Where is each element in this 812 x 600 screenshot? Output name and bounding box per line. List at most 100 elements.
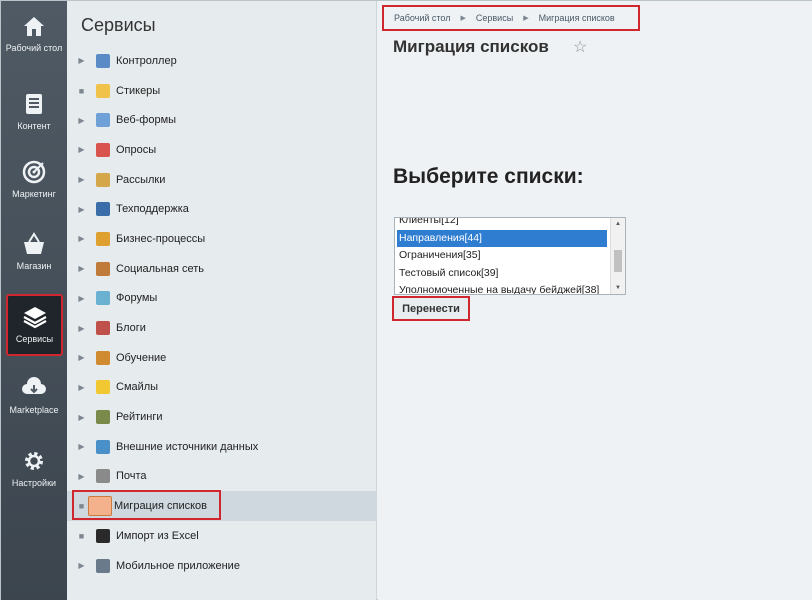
services-item[interactable]: ▶ Веб-формы (67, 105, 377, 135)
services-item-label: Бизнес-процессы (116, 232, 206, 245)
rail-item-label: Рабочий стол (5, 43, 63, 53)
services-item[interactable]: ■ Миграция списков (67, 490, 377, 521)
services-item[interactable]: ▶ Мобильное приложение (67, 551, 377, 581)
stickers-icon (96, 83, 110, 98)
rail-item-content[interactable]: Контент (1, 91, 67, 131)
star-icon[interactable]: ☆ (573, 37, 587, 57)
expand-arrow-icon[interactable]: ▶ (67, 56, 96, 65)
expand-arrow-icon[interactable]: ▶ (67, 205, 96, 214)
lists-select[interactable]: Клиенты[12] Направления[44] Ограничения[… (394, 217, 626, 295)
expand-arrow-icon[interactable]: ▶ (67, 413, 96, 422)
services-item[interactable]: ▶ Обучение (67, 343, 377, 373)
excel-icon (96, 528, 110, 543)
polls-icon (96, 142, 110, 157)
controller-icon (96, 53, 110, 68)
services-item-label: Импорт из Excel (116, 529, 199, 542)
expand-arrow-icon[interactable]: ▶ (67, 324, 96, 333)
services-item-label: Социальная сеть (116, 262, 204, 275)
move-button[interactable]: Перенести (392, 296, 470, 321)
gear-icon (25, 452, 43, 470)
expand-arrow-icon[interactable]: ▶ (67, 383, 96, 392)
services-item-label: Веб-формы (116, 114, 177, 127)
services-title: Сервисы (81, 15, 156, 35)
services-item-label: Опросы (116, 143, 157, 156)
main-content: Рабочий стол ▶ Сервисы ▶ Миграция списко… (378, 1, 812, 600)
list-option[interactable]: Тестовый список[39] (395, 265, 609, 283)
choose-lists-label: Выберите списки: (393, 165, 584, 188)
webforms-icon (96, 113, 110, 128)
left-rail: Рабочий стол Контент Маркетинг Магазин С… (1, 1, 67, 600)
breadcrumb-item-migration[interactable]: Миграция списков (539, 13, 615, 23)
breadcrumb-item-desktop[interactable]: Рабочий стол (394, 13, 451, 23)
chevron-right-icon: ▶ (460, 15, 466, 22)
expand-arrow-icon[interactable]: ▶ (67, 175, 96, 184)
scroll-down-icon[interactable]: ▼ (615, 285, 621, 291)
workflow-icon (96, 231, 110, 246)
rail-item-label: Сервисы (15, 334, 54, 344)
services-item[interactable]: ▶ Блоги (67, 313, 377, 343)
services-item[interactable]: ▶ Смайлы (67, 373, 377, 403)
learning-icon (96, 350, 110, 365)
rail-item-desktop[interactable]: Рабочий стол (1, 13, 67, 53)
services-item[interactable]: ▶ Бизнес-процессы (67, 224, 377, 254)
rail-item-shop[interactable]: Магазин (1, 231, 67, 271)
rss-icon (96, 439, 110, 454)
expand-arrow-icon[interactable]: ▶ (67, 264, 96, 273)
document-icon (26, 94, 42, 114)
expand-arrow-icon[interactable]: ▶ (67, 442, 96, 451)
expand-arrow-icon[interactable]: ▶ (67, 561, 96, 570)
expand-arrow-icon[interactable]: ▶ (67, 234, 96, 243)
list-option-selected[interactable]: Направления[44] (397, 229, 607, 247)
services-item-label: Контроллер (116, 54, 177, 67)
services-item[interactable]: ▶ Опросы (67, 135, 377, 165)
rail-item-marketing[interactable]: Маркетинг (1, 159, 67, 199)
scroll-up-icon[interactable]: ▲ (615, 221, 621, 227)
home-icon (24, 17, 44, 36)
bullet-dot-icon: ■ (78, 85, 85, 96)
services-item[interactable]: ▶ Форумы (67, 284, 377, 314)
services-item[interactable]: ▶ Рассылки (67, 165, 377, 195)
listbox-scrollbar[interactable]: ▲ ▼ (610, 218, 625, 294)
headset-icon (96, 202, 110, 217)
expand-arrow-icon[interactable]: ▶ (67, 145, 96, 154)
selection-highlight (72, 490, 221, 521)
services-item-label: Стикеры (116, 84, 161, 97)
services-item-label: Почта (116, 470, 147, 483)
services-item[interactable]: ▶ Внешние источники данных (67, 432, 377, 462)
services-item-label: Обучение (116, 351, 167, 364)
breadcrumb-item-services[interactable]: Сервисы (476, 13, 513, 23)
list-option[interactable]: Клиенты[12] (395, 218, 609, 230)
scrollbar-thumb[interactable] (614, 250, 622, 272)
services-item-label: Форумы (116, 292, 158, 305)
rail-item-label: Marketplace (9, 405, 59, 415)
chevron-right-icon: ▶ (523, 15, 529, 22)
rail-item-label: Маркетинг (12, 189, 56, 199)
services-item-label: Мобильное приложение (116, 559, 240, 572)
services-item-label: Рейтинги (116, 411, 163, 424)
services-item[interactable]: ▶ Техподдержка (67, 194, 377, 224)
expand-arrow-icon[interactable]: ▶ (67, 353, 96, 362)
forum-icon (96, 291, 110, 306)
services-item-label: Смайлы (116, 381, 159, 394)
services-item[interactable]: ■ Импорт из Excel (67, 521, 377, 551)
expand-arrow-icon[interactable]: ▶ (67, 472, 96, 481)
rail-item-label: Настройки (11, 478, 57, 488)
cloud-download-icon (22, 377, 46, 394)
services-item[interactable]: ▶ Рейтинги (67, 402, 377, 432)
services-item[interactable]: ▶ Контроллер (67, 46, 377, 76)
services-list: ▶ Контроллер ■ Стикеры ▶ Веб-формы ▶ Опросы ▶ Рас… (67, 46, 377, 580)
list-option[interactable]: Ограничения[35] (395, 247, 609, 265)
mobile-icon (96, 558, 110, 573)
rail-item-marketplace[interactable]: Marketplace (1, 375, 67, 415)
services-item[interactable]: ■ Стикеры (67, 76, 377, 106)
rail-item-label: Магазин (16, 261, 52, 271)
services-item-label: Техподдержка (116, 203, 189, 216)
services-item[interactable]: ▶ Почта (67, 462, 377, 492)
rail-item-services[interactable]: Сервисы (6, 294, 63, 356)
expand-arrow-icon[interactable]: ▶ (67, 294, 96, 303)
services-item[interactable]: ▶ Социальная сеть (67, 254, 377, 284)
layers-icon (22, 307, 47, 329)
list-option[interactable]: Уполномоченные на выдачу бейджей[38] (395, 282, 609, 294)
rail-item-settings[interactable]: Настройки (1, 448, 67, 488)
expand-arrow-icon[interactable]: ▶ (67, 116, 96, 125)
